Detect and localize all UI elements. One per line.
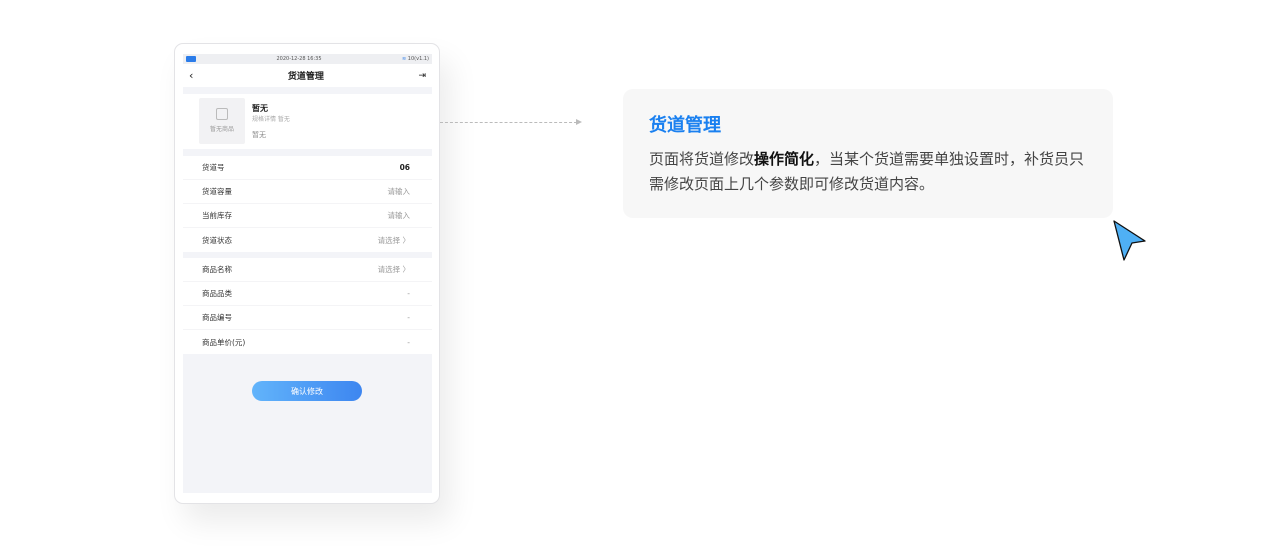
thumb-label: 暂无商品 xyxy=(209,126,234,133)
app-logo xyxy=(186,56,196,62)
cursor-icon xyxy=(1113,220,1146,261)
stock-input[interactable]: 请输入 xyxy=(388,210,411,221)
info-text-a: 页面将货道修改 xyxy=(649,150,755,168)
row-label: 货道号 xyxy=(202,163,225,172)
row-label: 商品名称 xyxy=(202,265,232,274)
row-value: - xyxy=(407,337,410,347)
info-text-bold: 操作简化 xyxy=(754,150,815,168)
row-lane-capacity[interactable]: 货道容量 请输入 xyxy=(183,180,432,204)
row-label: 商品品类 xyxy=(202,289,232,298)
page-title: 货道管理 xyxy=(287,72,324,82)
row-product-category: 商品品类 - xyxy=(183,282,432,306)
confirm-button[interactable]: 确认修改 xyxy=(252,381,362,401)
product-thumbnail: 暂无商品 xyxy=(199,98,245,144)
row-lane-no: 货道号 06 xyxy=(183,156,432,180)
app-screen: 2020-12-28 16:35 ≋ 10(v1.1) ‹ 货道管理 ⇥ 暂无商… xyxy=(183,54,432,493)
row-product-price: 商品单价(元) - xyxy=(183,330,432,354)
wifi-icon: ≋ xyxy=(402,56,407,62)
product-card: 暂无商品 暂无 规格详情 暂无 暂无 xyxy=(183,94,432,149)
info-text: 页面将货道修改操作简化，当某个货道需要单独设置时，补货员只需修改页面上几个参数即… xyxy=(649,147,1087,197)
row-label: 货道容量 xyxy=(202,187,232,196)
row-product-name[interactable]: 商品名称 请选择 〉 xyxy=(183,258,432,282)
row-current-stock[interactable]: 当前库存 请输入 xyxy=(183,204,432,228)
logout-icon[interactable]: ⇥ xyxy=(418,71,426,81)
product-select[interactable]: 请选择 〉 xyxy=(378,264,410,275)
info-title: 货道管理 xyxy=(649,115,721,136)
arrowhead-icon xyxy=(576,119,582,125)
row-lane-status[interactable]: 货道状态 请选择 〉 xyxy=(183,228,432,252)
row-label: 当前库存 xyxy=(202,211,232,220)
row-label: 商品单价(元) xyxy=(202,337,246,347)
product-section: 商品名称 请选择 〉 商品品类 - 商品编号 - 商品单价(元) - xyxy=(183,258,432,354)
row-value: - xyxy=(407,313,410,322)
connector-line xyxy=(440,122,577,123)
capacity-input[interactable]: 请输入 xyxy=(388,186,411,197)
back-icon[interactable]: ‹ xyxy=(189,69,193,82)
status-bar: 2020-12-28 16:35 ≋ 10(v1.1) xyxy=(183,54,432,64)
status-signal: ≋ 10(v1.1) xyxy=(402,56,429,62)
row-label: 货道状态 xyxy=(202,235,232,245)
product-spec: 规格详情 暂无 xyxy=(252,116,290,123)
nav-bar: ‹ 货道管理 ⇥ xyxy=(183,64,432,87)
status-datetime: 2020-12-28 16:35 xyxy=(276,56,322,62)
tablet-mockup: 2020-12-28 16:35 ≋ 10(v1.1) ‹ 货道管理 ⇥ 暂无商… xyxy=(174,43,440,504)
row-value: - xyxy=(407,289,410,298)
product-name: 暂无 xyxy=(252,104,268,113)
product-extra: 暂无 xyxy=(252,131,266,139)
row-value: 06 xyxy=(399,163,410,172)
row-product-code: 商品编号 - xyxy=(183,306,432,330)
bag-icon xyxy=(216,108,228,120)
status-select[interactable]: 请选择 〉 xyxy=(378,235,410,246)
row-label: 商品编号 xyxy=(202,313,232,322)
info-card: 货道管理 页面将货道修改操作简化，当某个货道需要单独设置时，补货员只需修改页面上… xyxy=(623,89,1113,218)
lane-section: 货道号 06 货道容量 请输入 当前库存 请输入 货道状态 请选择 〉 xyxy=(183,156,432,252)
